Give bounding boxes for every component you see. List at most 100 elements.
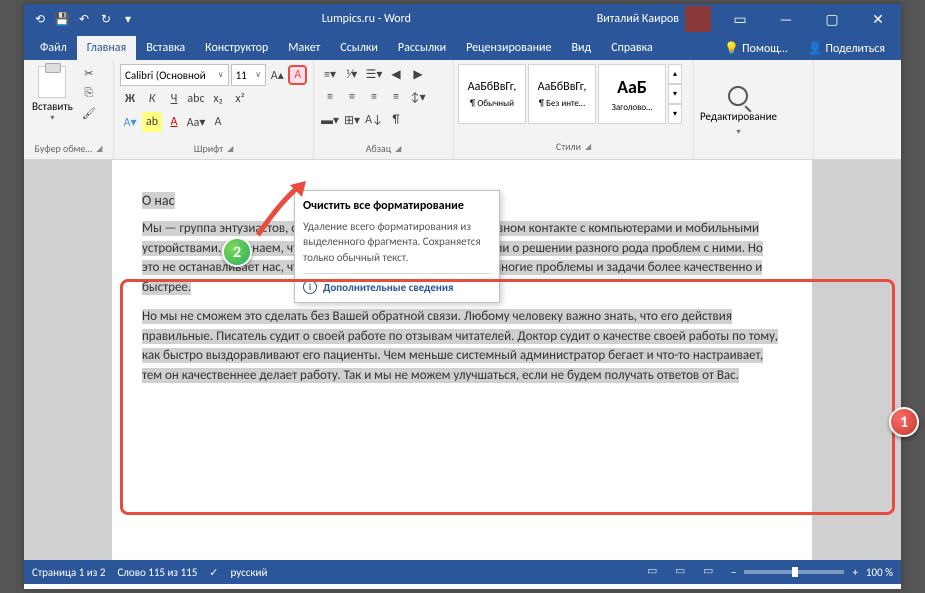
group-label: Абзац — [366, 142, 391, 155]
close-button[interactable]: ✕ — [855, 4, 901, 34]
callout-1: 1 — [889, 407, 919, 437]
doc-paragraph[interactable]: Но мы не сможем это сделать без Вашей об… — [142, 309, 778, 383]
paste-button[interactable]: Вставить ▾ — [30, 64, 75, 125]
cut-button[interactable]: ✂ — [79, 64, 99, 82]
zoom-slider[interactable] — [744, 570, 844, 574]
zoom-level[interactable]: 100 % — [866, 566, 893, 579]
justify-button[interactable]: ≡ — [386, 87, 406, 107]
group-label: Шрифт — [194, 142, 223, 155]
decrease-indent-button[interactable]: ◀ — [386, 64, 406, 84]
tab-help[interactable]: Справка — [601, 36, 663, 60]
show-marks-button[interactable]: ¶ — [386, 110, 406, 130]
maximize-button[interactable]: ▢ — [809, 4, 855, 34]
redo-icon[interactable]: ↻ — [98, 11, 114, 27]
undo-icon[interactable]: ↶ — [76, 11, 92, 27]
align-left-button[interactable]: ≡ — [320, 87, 340, 107]
style-normal[interactable]: АаБбВвГг,¶ Обычный — [458, 64, 526, 124]
tab-view[interactable]: Вид — [561, 36, 601, 60]
styles-more-button[interactable]: ▾ — [668, 104, 682, 124]
autosave-icon[interactable]: ⟲ — [32, 11, 48, 27]
tab-insert[interactable]: Вставка — [136, 36, 195, 60]
titlebar: ⟲ 💾 ↶ ↻ ▾ Lumpics.ru - Word Виталий Каир… — [24, 4, 901, 34]
grow-font-button[interactable]: A▴ — [268, 65, 286, 85]
status-language[interactable]: русский — [231, 566, 268, 579]
status-bar: Страница 1 из 2 Слово 115 из 115 ✓ русск… — [24, 560, 901, 584]
ribbon-options-icon[interactable]: ▭ — [717, 4, 763, 34]
qat-customize-icon[interactable]: ▾ — [120, 11, 136, 27]
search-icon — [728, 86, 748, 106]
group-label: Буфер обме… — [35, 142, 93, 155]
dialog-launcher-icon[interactable]: ◢ — [96, 144, 102, 154]
font-name-select[interactable]: Calibri (Основной∨ — [120, 64, 229, 86]
line-spacing-button[interactable]: ↕▾ — [408, 87, 428, 107]
superscript-button[interactable]: x² — [230, 89, 250, 109]
tab-review[interactable]: Рецензирование — [456, 36, 561, 60]
styles-down-button[interactable]: ▾ — [668, 84, 682, 104]
group-clipboard: Вставить ▾ ✂ ⎘ 🖌 Буфер обме…◢ — [24, 60, 114, 159]
annotation-arrow — [248, 175, 318, 250]
screentip-help-link[interactable]: i Дополнительные сведения — [303, 273, 491, 294]
web-layout-button[interactable]: ▭ — [703, 564, 723, 580]
sort-button[interactable]: A↓ — [364, 110, 384, 130]
avatar[interactable] — [685, 6, 711, 32]
callout-2: 2 — [222, 237, 252, 267]
tab-references[interactable]: Ссылки — [330, 36, 388, 60]
dialog-launcher-icon[interactable]: ◢ — [585, 142, 591, 152]
proofing-icon[interactable]: ✓ — [209, 566, 218, 579]
ribbon-tabs: Файл Главная Вставка Конструктор Макет С… — [24, 34, 901, 60]
tab-home[interactable]: Главная — [77, 36, 136, 60]
styles-up-button[interactable]: ▴ — [668, 64, 682, 84]
text-effects-button[interactable]: A▾ — [120, 112, 140, 132]
italic-button[interactable]: К — [142, 89, 162, 109]
save-icon[interactable]: 💾 — [54, 11, 70, 27]
screentip-title: Очистить все форматирование — [303, 199, 491, 213]
tab-design[interactable]: Конструктор — [195, 36, 278, 60]
zoom-out-button[interactable]: − — [731, 566, 736, 579]
style-heading1[interactable]: АаБЗаголово… — [598, 64, 666, 124]
minimize-button[interactable]: — — [763, 4, 809, 34]
format-painter-button[interactable]: 🖌 — [79, 104, 99, 122]
dialog-launcher-icon[interactable]: ◢ — [395, 144, 401, 154]
change-case-button[interactable]: Aa▾ — [186, 112, 206, 132]
info-icon: i — [303, 280, 317, 294]
multilevel-button[interactable]: ☰▾ — [364, 64, 384, 84]
editing-dropdown[interactable]: Редактирование ▾ — [700, 86, 777, 137]
align-center-button[interactable]: ≡ — [342, 87, 362, 107]
copy-button[interactable]: ⎘ — [79, 84, 99, 102]
status-words[interactable]: Слово 115 из 115 — [117, 566, 197, 579]
dialog-launcher-icon[interactable]: ◢ — [227, 144, 233, 154]
underline-button[interactable]: Ч — [164, 89, 184, 109]
strike-button[interactable]: abc — [186, 89, 206, 109]
increase-indent-button[interactable]: ▶ — [408, 64, 428, 84]
screentip-body: Удаление всего форматирования из выделен… — [303, 219, 491, 265]
align-right-button[interactable]: ≡ — [364, 87, 384, 107]
numbering-button[interactable]: ⅟▾ — [342, 64, 362, 84]
highlight-button[interactable]: ab — [142, 112, 162, 132]
status-page[interactable]: Страница 1 из 2 — [32, 566, 105, 579]
share-button[interactable]: 👤 Поделиться — [800, 37, 893, 60]
clear-formatting-button[interactable]: A — [288, 65, 307, 85]
shading-button[interactable]: ▬▾ — [320, 110, 340, 130]
subscript-button[interactable]: x₂ — [208, 89, 228, 109]
tell-me-button[interactable]: 💡 Помощ… — [716, 37, 795, 60]
bullets-button[interactable]: ≡▾ — [320, 64, 340, 84]
paste-icon — [38, 66, 66, 98]
print-layout-button[interactable]: ▭ — [675, 564, 695, 580]
group-label: Стили — [556, 140, 581, 153]
user-name[interactable]: Виталий Каиров — [597, 12, 679, 26]
window-title: Lumpics.ru - Word — [136, 12, 597, 26]
zoom-in-button[interactable]: + — [852, 566, 857, 579]
doc-heading[interactable]: О нас — [142, 192, 175, 209]
bold-button[interactable]: Ж — [120, 89, 140, 109]
group-editing: Редактирование ▾ — [694, 60, 814, 159]
style-no-spacing[interactable]: АаБбВвГг,¶ Без инте… — [528, 64, 596, 124]
char-border-button[interactable]: A — [208, 112, 228, 132]
tab-layout[interactable]: Макет — [278, 36, 330, 60]
borders-button[interactable]: ⊞▾ — [342, 110, 362, 130]
tab-file[interactable]: Файл — [30, 36, 77, 60]
font-size-select[interactable]: 11∨ — [231, 64, 267, 86]
group-font: Calibri (Основной∨ 11∨ A▴ A Ж К Ч abc x₂… — [114, 60, 314, 159]
tab-mailings[interactable]: Рассылки — [388, 36, 456, 60]
font-color-button[interactable]: A — [164, 112, 184, 132]
read-mode-button[interactable]: ▭ — [647, 564, 667, 580]
